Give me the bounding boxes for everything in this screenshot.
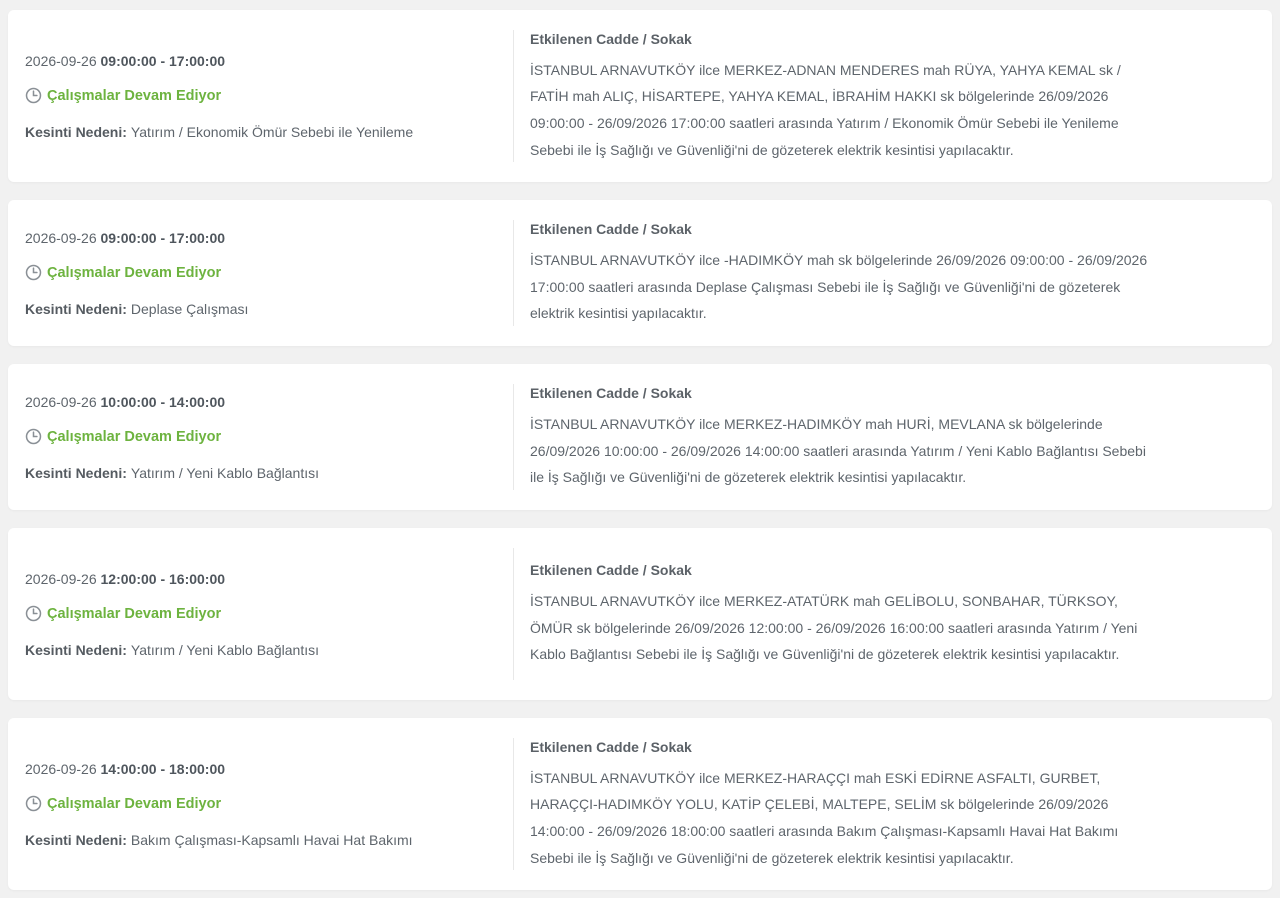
clock-icon <box>25 264 42 281</box>
outage-date: 2026-09-26 <box>25 570 97 587</box>
affected-streets-description: İSTANBUL ARNAVUTKÖY ilce MERKEZ-ADNAN ME… <box>530 61 1121 158</box>
clock-icon <box>25 428 42 445</box>
status-label: Çalışmalar Devam Ediyor <box>25 604 513 624</box>
reason-value: Bakım Çalışması-Kapsamlı Havai Hat Bakım… <box>130 831 413 848</box>
reason-value: Deplase Çalışması <box>130 300 249 317</box>
reason-label: Kesinti Nedeni: <box>25 831 127 848</box>
outage-date-time: 2026-09-26 09:00:00 - 17:00:00 <box>25 51 513 71</box>
outage-date-time: 2026-09-26 14:00:00 - 18:00:00 <box>25 759 513 779</box>
outage-card: 2026-09-26 14:00:00 - 18:00:00 Çalışmala… <box>8 718 1272 890</box>
reason-value: Yatırım / Yeni Kablo Bağlantısı <box>130 464 319 481</box>
outage-card: 2026-09-26 10:00:00 - 14:00:00 Çalışmala… <box>8 364 1272 510</box>
outage-date-time: 2026-09-26 12:00:00 - 16:00:00 <box>25 569 513 589</box>
outage-time-range: 09:00:00 - 17:00:00 <box>100 52 226 69</box>
outage-date: 2026-09-26 <box>25 393 97 410</box>
affected-streets-description: İSTANBUL ARNAVUTKÖY ilce MERKEZ-HADIMKÖY… <box>530 415 1146 486</box>
outage-date: 2026-09-26 <box>25 760 97 777</box>
clock-icon <box>25 795 42 812</box>
outage-date-time: 2026-09-26 10:00:00 - 14:00:00 <box>25 392 513 412</box>
status-text: Çalışmalar Devam Ediyor <box>47 87 222 104</box>
status-text: Çalışmalar Devam Ediyor <box>47 428 222 445</box>
outage-details: Etkilenen Cadde / Sokak İSTANBUL ARNAVUT… <box>514 528 1272 700</box>
affected-streets-heading: Etkilenen Cadde / Sokak <box>530 30 692 47</box>
status-text: Çalışmalar Devam Ediyor <box>47 795 222 812</box>
outage-details: Etkilenen Cadde / Sokak İSTANBUL ARNAVUT… <box>514 10 1272 182</box>
affected-streets-heading: Etkilenen Cadde / Sokak <box>530 220 692 237</box>
outage-time-range: 14:00:00 - 18:00:00 <box>100 760 226 777</box>
reason-value: Yatırım / Ekonomik Ömür Sebebi ile Yenil… <box>130 123 414 140</box>
outage-date-time: 2026-09-26 09:00:00 - 17:00:00 <box>25 228 513 248</box>
outage-date: 2026-09-26 <box>25 229 97 246</box>
outage-time-range: 10:00:00 - 14:00:00 <box>100 393 226 410</box>
reason-label: Kesinti Nedeni: <box>25 641 127 658</box>
outage-reason: Kesinti Nedeni: Yatırım / Ekonomik Ömür S… <box>25 122 513 142</box>
outage-reason: Kesinti Nedeni: Yatırım / Yeni Kablo Bağl… <box>25 463 513 483</box>
outage-card: 2026-09-26 12:00:00 - 16:00:00 Çalışmala… <box>8 528 1272 700</box>
reason-value: Yatırım / Yeni Kablo Bağlantısı <box>130 641 319 658</box>
reason-label: Kesinti Nedeni: <box>25 300 127 317</box>
reason-label: Kesinti Nedeni: <box>25 123 127 140</box>
affected-streets-description: İSTANBUL ARNAVUTKÖY ilce MERKEZ-ATATÜRK … <box>530 592 1138 663</box>
outage-time-range: 09:00:00 - 17:00:00 <box>100 229 226 246</box>
outage-reason: Kesinti Nedeni: Bakım Çalışması-Kapsamlı … <box>25 830 513 850</box>
outage-date: 2026-09-26 <box>25 52 97 69</box>
affected-streets-heading: Etkilenen Cadde / Sokak <box>530 738 692 755</box>
outage-summary: 2026-09-26 10:00:00 - 14:00:00 Çalışmala… <box>8 364 513 510</box>
outage-reason: Kesinti Nedeni: Deplase Çalışması <box>25 299 513 319</box>
clock-icon <box>25 605 42 622</box>
outage-details: Etkilenen Cadde / Sokak İSTANBUL ARNAVUT… <box>514 364 1272 510</box>
status-label: Çalışmalar Devam Ediyor <box>25 427 513 447</box>
outage-summary: 2026-09-26 14:00:00 - 18:00:00 Çalışmala… <box>8 718 513 890</box>
affected-streets-description: İSTANBUL ARNAVUTKÖY ilce MERKEZ-HARAÇÇI … <box>530 769 1119 866</box>
affected-streets-heading: Etkilenen Cadde / Sokak <box>530 561 692 578</box>
status-label: Çalışmalar Devam Ediyor <box>25 86 513 106</box>
affected-streets-heading: Etkilenen Cadde / Sokak <box>530 384 692 401</box>
outage-details: Etkilenen Cadde / Sokak İSTANBUL ARNAVUT… <box>514 718 1272 890</box>
status-label: Çalışmalar Devam Ediyor <box>25 794 513 814</box>
outage-reason: Kesinti Nedeni: Yatırım / Yeni Kablo Bağl… <box>25 640 513 660</box>
outage-details: Etkilenen Cadde / Sokak İSTANBUL ARNAVUT… <box>514 200 1272 346</box>
outage-summary: 2026-09-26 09:00:00 - 17:00:00 Çalışmala… <box>8 10 513 182</box>
outage-card: 2026-09-26 09:00:00 - 17:00:00 Çalışmala… <box>8 10 1272 182</box>
status-text: Çalışmalar Devam Ediyor <box>47 605 222 622</box>
clock-icon <box>25 87 42 104</box>
affected-streets-description: İSTANBUL ARNAVUTKÖY ilce -HADIMKÖY mah s… <box>530 251 1148 322</box>
status-text: Çalışmalar Devam Ediyor <box>47 264 222 281</box>
outage-summary: 2026-09-26 12:00:00 - 16:00:00 Çalışmala… <box>8 528 513 700</box>
outage-list: 2026-09-26 09:00:00 - 17:00:00 Çalışmala… <box>0 0 1280 898</box>
outage-summary: 2026-09-26 09:00:00 - 17:00:00 Çalışmala… <box>8 200 513 346</box>
reason-label: Kesinti Nedeni: <box>25 464 127 481</box>
outage-time-range: 12:00:00 - 16:00:00 <box>100 570 226 587</box>
outage-card: 2026-09-26 09:00:00 - 17:00:00 Çalışmala… <box>8 200 1272 346</box>
status-label: Çalışmalar Devam Ediyor <box>25 263 513 283</box>
